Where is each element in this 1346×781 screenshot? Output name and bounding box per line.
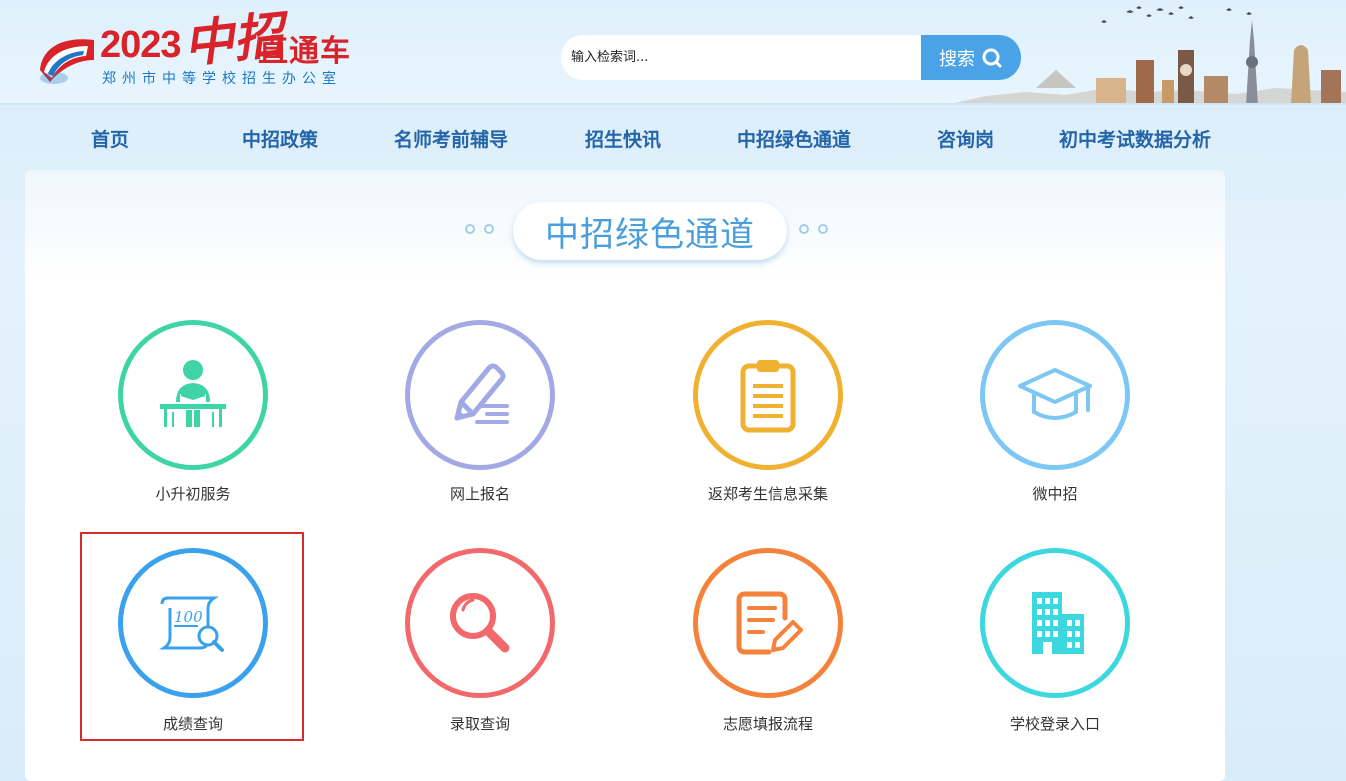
pen-write-icon	[454, 363, 509, 424]
tile-volunteer-process[interactable]: 志愿填报流程	[657, 534, 877, 739]
tile-label: 微中招	[1032, 485, 1078, 503]
tile-label: 小升初服务	[155, 485, 231, 503]
tile-icon-circle: 100	[118, 548, 268, 698]
tile-primary-to-middle[interactable]: 小升初服务	[82, 320, 302, 525]
nav-item-consult[interactable]: 咨询岗	[937, 125, 994, 152]
tile-icon-circle	[118, 320, 268, 470]
tile-wechat-zhongzhao[interactable]: 微中招	[944, 320, 1164, 525]
content-panel: 中招绿色通道 小升初服务 网上报名 返郑考生信息采集 微中招 100 成绩查询 …	[25, 170, 1225, 781]
tile-label: 返郑考生信息采集	[707, 485, 828, 503]
tile-label: 网上报名	[449, 485, 510, 503]
main-nav: 首页 中招政策 名师考前辅导 招生快讯 中招绿色通道 咨询岗 初中考试数据分析	[0, 105, 1346, 171]
tile-icon-circle	[980, 320, 1130, 470]
magnifier-icon	[450, 593, 510, 653]
tile-school-login[interactable]: 学校登录入口	[944, 534, 1164, 739]
tile-label: 成绩查询	[162, 715, 223, 733]
section-title: 中招绿色通道	[513, 202, 787, 260]
nav-item-data-analysis[interactable]: 初中考试数据分析	[1059, 125, 1211, 152]
nav-item-tutoring[interactable]: 名师考前辅导	[394, 125, 508, 152]
tile-icon-circle	[405, 320, 555, 470]
logo-title: 直通车	[258, 34, 351, 69]
tile-return-info-collection[interactable]: 返郑考生信息采集	[657, 320, 877, 525]
train-logo-icon	[40, 39, 94, 84]
decor-dots-right	[799, 224, 828, 234]
site-logo[interactable]: 2023 中招 直通车 郑州市中等学校招生办公室	[36, 5, 366, 90]
tile-admission-inquiry[interactable]: 录取查询	[369, 534, 589, 739]
tile-label: 录取查询	[449, 715, 510, 733]
form-edit-icon	[736, 591, 803, 655]
decor-dots-left	[465, 224, 494, 234]
search-input[interactable]	[561, 35, 921, 80]
tile-icon-circle	[693, 320, 843, 470]
site-header: 2023 中招 直通车 郑州市中等学校招生办公室 搜索	[0, 0, 1346, 105]
city-skyline-decoration	[946, 6, 1346, 105]
logo-subtitle: 郑州市中等学校招生办公室	[102, 71, 342, 87]
tile-icon-circle	[693, 548, 843, 698]
svg-text:100: 100	[174, 608, 203, 626]
graduation-cap-icon	[1018, 368, 1092, 420]
nav-item-home[interactable]: 首页	[91, 125, 129, 152]
tile-online-registration[interactable]: 网上报名	[369, 320, 589, 525]
tile-label: 志愿填报流程	[722, 715, 813, 733]
tile-icon-circle	[405, 548, 555, 698]
building-icon	[1032, 592, 1084, 654]
tile-icon-circle	[980, 548, 1130, 698]
tile-label: 学校登录入口	[1009, 715, 1100, 733]
nav-item-green-channel[interactable]: 中招绿色通道	[737, 125, 851, 152]
student-desk-icon	[160, 360, 226, 427]
nav-item-policy[interactable]: 中招政策	[242, 125, 318, 152]
section-header: 中招绿色通道	[465, 202, 835, 262]
score-search-icon: 100	[159, 596, 224, 652]
tile-score-inquiry[interactable]: 100 成绩查询	[80, 532, 304, 741]
nav-item-news[interactable]: 招生快讯	[585, 125, 661, 152]
clipboard-icon	[740, 360, 796, 433]
logo-year: 2023	[100, 24, 182, 66]
